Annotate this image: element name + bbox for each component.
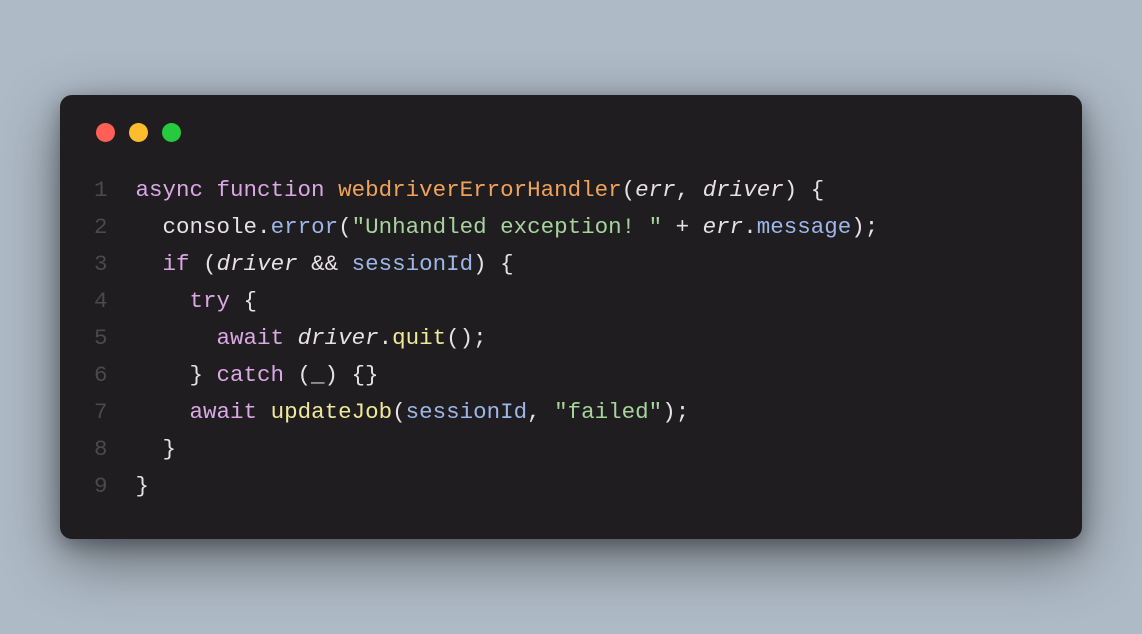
token-plain: {	[230, 288, 257, 314]
token-obj: console	[136, 214, 258, 240]
token-plain: }	[136, 362, 217, 388]
token-plain	[136, 399, 190, 425]
code-line: }	[136, 431, 879, 468]
token-param: driver	[298, 325, 379, 351]
code-line: }	[136, 468, 879, 505]
token-plain: }	[136, 473, 150, 499]
code-block: 1 2 3 4 5 6 7 8 9 async function webdriv…	[94, 172, 1048, 504]
traffic-lights	[96, 123, 1048, 142]
token-plain: ,	[527, 399, 554, 425]
code-line: if (driver && sessionId) {	[136, 246, 879, 283]
code-window: 1 2 3 4 5 6 7 8 9 async function webdriv…	[60, 95, 1082, 538]
token-plain: ) {	[473, 251, 514, 277]
token-plain: .	[257, 214, 271, 240]
token-kw: await	[190, 399, 258, 425]
code-line: await updateJob(sessionId, "failed");	[136, 394, 879, 431]
token-plain: ) {	[784, 177, 825, 203]
code-line: try {	[136, 283, 879, 320]
token-str: "failed"	[554, 399, 662, 425]
token-plain	[284, 325, 298, 351]
token-plain: .	[379, 325, 393, 351]
close-icon[interactable]	[96, 123, 115, 142]
code-content[interactable]: async function webdriverErrorHandler(err…	[136, 172, 879, 504]
token-plain: );	[851, 214, 878, 240]
token-kw: function	[217, 177, 325, 203]
token-plain: (	[190, 251, 217, 277]
token-plain	[136, 325, 217, 351]
maximize-icon[interactable]	[162, 123, 181, 142]
code-line: } catch (_) {}	[136, 357, 879, 394]
token-ident: sessionId	[352, 251, 474, 277]
token-plain	[325, 177, 339, 203]
token-plain: }	[136, 436, 177, 462]
token-param: driver	[703, 177, 784, 203]
token-kw: catch	[217, 362, 285, 388]
token-call: quit	[392, 325, 446, 351]
token-plain: );	[662, 399, 689, 425]
token-plain	[136, 288, 190, 314]
token-plain: ,	[676, 177, 703, 203]
minimize-icon[interactable]	[129, 123, 148, 142]
token-kw: if	[163, 251, 190, 277]
token-param: err	[703, 214, 744, 240]
token-member: message	[757, 214, 852, 240]
token-kw: await	[217, 325, 285, 351]
token-plain	[257, 399, 271, 425]
token-ident: sessionId	[406, 399, 528, 425]
code-line: console.error("Unhandled exception! " + …	[136, 209, 879, 246]
line-gutter: 1 2 3 4 5 6 7 8 9	[94, 172, 136, 504]
token-call: updateJob	[271, 399, 393, 425]
token-kw: try	[190, 288, 231, 314]
token-param: driver	[217, 251, 298, 277]
token-str: "Unhandled exception! "	[352, 214, 663, 240]
token-plain: +	[662, 214, 703, 240]
token-kw: async	[136, 177, 204, 203]
token-plain: (	[338, 214, 352, 240]
token-plain: (	[622, 177, 636, 203]
token-plain	[136, 251, 163, 277]
token-plain: &&	[298, 251, 352, 277]
code-line: await driver.quit();	[136, 320, 879, 357]
token-plain: (_) {}	[284, 362, 379, 388]
token-fn-decl: webdriverErrorHandler	[338, 177, 622, 203]
token-plain	[203, 177, 217, 203]
token-param: err	[635, 177, 676, 203]
token-member: error	[271, 214, 339, 240]
token-plain: (	[392, 399, 406, 425]
token-plain: .	[743, 214, 757, 240]
code-line: async function webdriverErrorHandler(err…	[136, 172, 879, 209]
token-plain: ();	[446, 325, 487, 351]
